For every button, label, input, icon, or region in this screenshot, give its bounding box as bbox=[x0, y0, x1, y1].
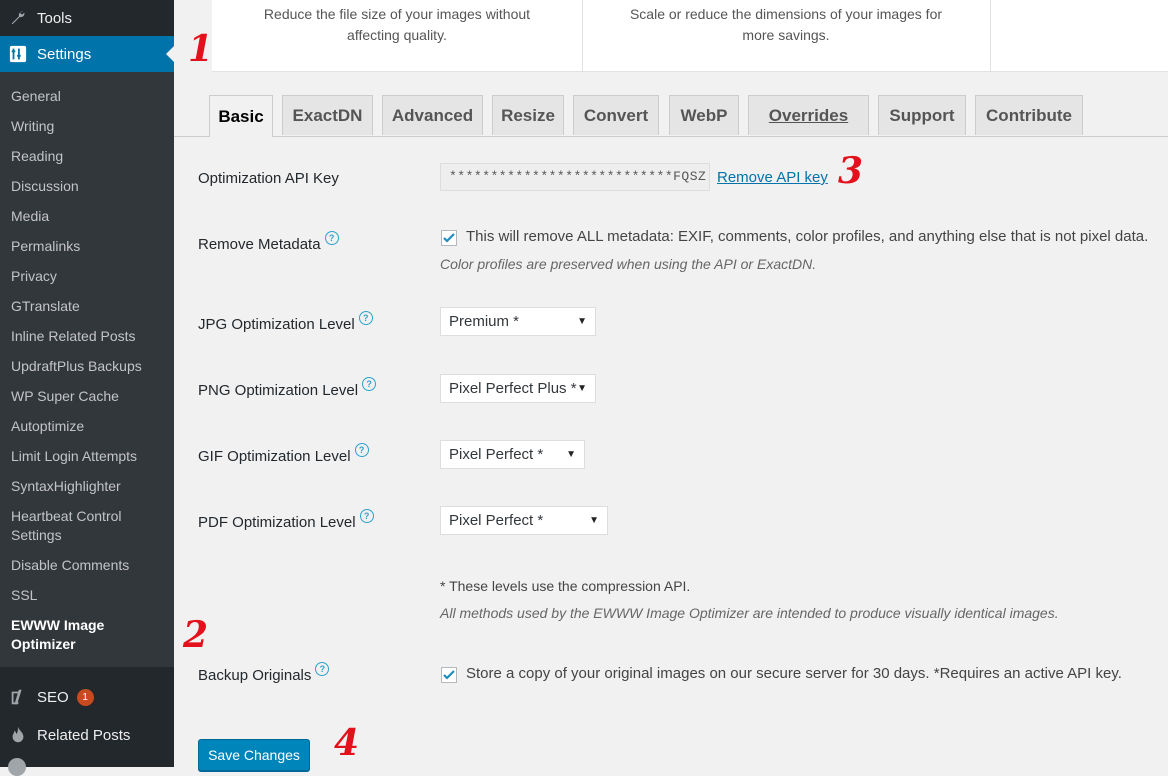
submenu-item-discussion[interactable]: Discussion bbox=[11, 177, 79, 196]
submenu-item-inline-related-posts[interactable]: Inline Related Posts bbox=[11, 327, 136, 346]
remove-metadata-checkbox[interactable] bbox=[441, 230, 457, 246]
submenu-item-reading[interactable]: Reading bbox=[11, 147, 63, 166]
gif-level-select[interactable]: Pixel Perfect * ▼ bbox=[440, 440, 585, 469]
dropdown-arrow-icon: ▼ bbox=[577, 383, 587, 394]
tab-basic[interactable]: Basic bbox=[209, 95, 273, 137]
checkmark-icon bbox=[443, 670, 455, 680]
help-icon[interactable]: ? bbox=[359, 509, 374, 523]
settings-tabs: Basic ExactDN Advanced Resize Convert We… bbox=[174, 95, 1168, 137]
tab-resize[interactable]: Resize bbox=[492, 95, 564, 135]
settings-icon bbox=[8, 44, 28, 64]
flame-icon bbox=[8, 725, 28, 745]
feature-cards: Reduce the file size of your images with… bbox=[212, 0, 1168, 72]
notification-badge: 1 bbox=[76, 688, 94, 706]
remove-metadata-description: Color profiles are preserved when using … bbox=[440, 256, 817, 272]
submenu-item-writing[interactable]: Writing bbox=[11, 117, 54, 136]
help-icon[interactable]: ? bbox=[324, 231, 339, 245]
submenu-item-privacy[interactable]: Privacy bbox=[11, 267, 57, 286]
pdf-level-label: PDF Optimization Level? bbox=[198, 509, 374, 531]
help-icon[interactable]: ? bbox=[362, 377, 377, 391]
api-key-field[interactable]: ***************************FQSZ bbox=[440, 163, 710, 191]
menu-item-label: Related Posts bbox=[37, 726, 131, 744]
submenu-item-heartbeat[interactable]: Heartbeat Control Settings bbox=[11, 507, 141, 545]
menu-item-settings[interactable]: Settings bbox=[0, 36, 174, 72]
methods-description: All methods used by the EWWW Image Optim… bbox=[440, 605, 1059, 621]
help-icon[interactable]: ? bbox=[315, 662, 330, 676]
menu-item-label: SEO bbox=[37, 688, 69, 706]
jpg-level-label: JPG Optimization Level? bbox=[198, 311, 373, 333]
help-icon[interactable]: ? bbox=[358, 311, 373, 325]
annotation-2: 2 bbox=[183, 614, 209, 656]
tab-overrides[interactable]: Overrides bbox=[748, 95, 869, 135]
tab-contribute[interactable]: Contribute bbox=[975, 95, 1083, 135]
png-level-label: PNG Optimization Level? bbox=[198, 377, 377, 399]
api-key-label: Optimization API Key bbox=[198, 170, 339, 187]
wrench-icon bbox=[8, 8, 28, 28]
dropdown-arrow-icon: ▼ bbox=[566, 449, 576, 460]
feature-card-compress: Reduce the file size of your images with… bbox=[212, 0, 583, 71]
submenu-item-permalinks[interactable]: Permalinks bbox=[11, 237, 80, 256]
menu-item-related-posts[interactable]: Related Posts bbox=[0, 717, 174, 753]
dropdown-arrow-icon: ▼ bbox=[589, 515, 599, 526]
annotation-3: 3 bbox=[838, 150, 864, 192]
png-level-select[interactable]: Pixel Perfect Plus * ▼ bbox=[440, 374, 596, 403]
menu-item-label: Settings bbox=[37, 45, 92, 63]
menu-item-label: Tools bbox=[37, 9, 73, 27]
submenu-item-updraftplus[interactable]: UpdraftPlus Backups bbox=[11, 357, 142, 376]
submenu-item-general[interactable]: General bbox=[11, 87, 61, 106]
tab-advanced[interactable]: Advanced bbox=[382, 95, 483, 135]
tab-exactdn[interactable]: ExactDN bbox=[282, 95, 373, 135]
tab-webp[interactable]: WebP bbox=[669, 95, 739, 135]
remove-metadata-label: Remove Metadata? bbox=[198, 231, 339, 253]
compression-api-note: * These levels use the compression API. bbox=[440, 578, 691, 594]
submenu-item-limit-login[interactable]: Limit Login Attempts bbox=[11, 447, 137, 466]
jpg-level-select[interactable]: Premium * ▼ bbox=[440, 307, 596, 336]
submenu-item-ewww[interactable]: EWWW Image Optimizer bbox=[11, 616, 131, 654]
feature-card-resize: Scale or reduce the dimensions of your i… bbox=[582, 0, 991, 71]
backup-originals-label: Backup Originals? bbox=[198, 662, 330, 684]
gif-level-label: GIF Optimization Level? bbox=[198, 443, 369, 465]
submenu-item-wp-super-cache[interactable]: WP Super Cache bbox=[11, 387, 119, 406]
annotation-1: 1 bbox=[188, 28, 214, 70]
submenu-item-syntaxhighlighter[interactable]: SyntaxHighlighter bbox=[11, 477, 121, 496]
tab-convert[interactable]: Convert bbox=[573, 95, 659, 135]
submenu-item-gtranslate[interactable]: GTranslate bbox=[11, 297, 80, 316]
submenu-item-ssl[interactable]: SSL bbox=[11, 586, 37, 605]
help-icon[interactable]: ? bbox=[354, 443, 369, 457]
submenu-item-autoptimize[interactable]: Autoptimize bbox=[11, 417, 84, 436]
pdf-level-select[interactable]: Pixel Perfect * ▼ bbox=[440, 506, 608, 535]
backup-originals-checkbox[interactable] bbox=[441, 667, 457, 683]
settings-submenu: General Writing Reading Discussion Media… bbox=[0, 72, 174, 667]
remove-api-key-link[interactable]: Remove API key bbox=[717, 169, 828, 186]
dropdown-arrow-icon: ▼ bbox=[577, 316, 587, 327]
menu-item-seo[interactable]: SEO 1 bbox=[0, 679, 174, 715]
submenu-item-media[interactable]: Media bbox=[11, 207, 49, 226]
submenu-item-disable-comments[interactable]: Disable Comments bbox=[11, 556, 129, 575]
remove-metadata-text: This will remove ALL metadata: EXIF, com… bbox=[466, 228, 1149, 245]
tab-support[interactable]: Support bbox=[878, 95, 966, 135]
menu-item-tools[interactable]: Tools bbox=[0, 0, 174, 36]
checkmark-icon bbox=[443, 233, 455, 243]
save-changes-button[interactable]: Save Changes bbox=[198, 739, 310, 771]
main-content: Reduce the file size of your images with… bbox=[174, 0, 1168, 771]
annotation-4: 4 bbox=[334, 722, 360, 764]
yoast-icon bbox=[8, 687, 28, 707]
admin-sidebar: Tools Settings General Writing Reading D… bbox=[0, 0, 174, 776]
wordpress-icon[interactable] bbox=[8, 758, 26, 776]
backup-originals-text: Store a copy of your original images on … bbox=[466, 665, 1122, 682]
